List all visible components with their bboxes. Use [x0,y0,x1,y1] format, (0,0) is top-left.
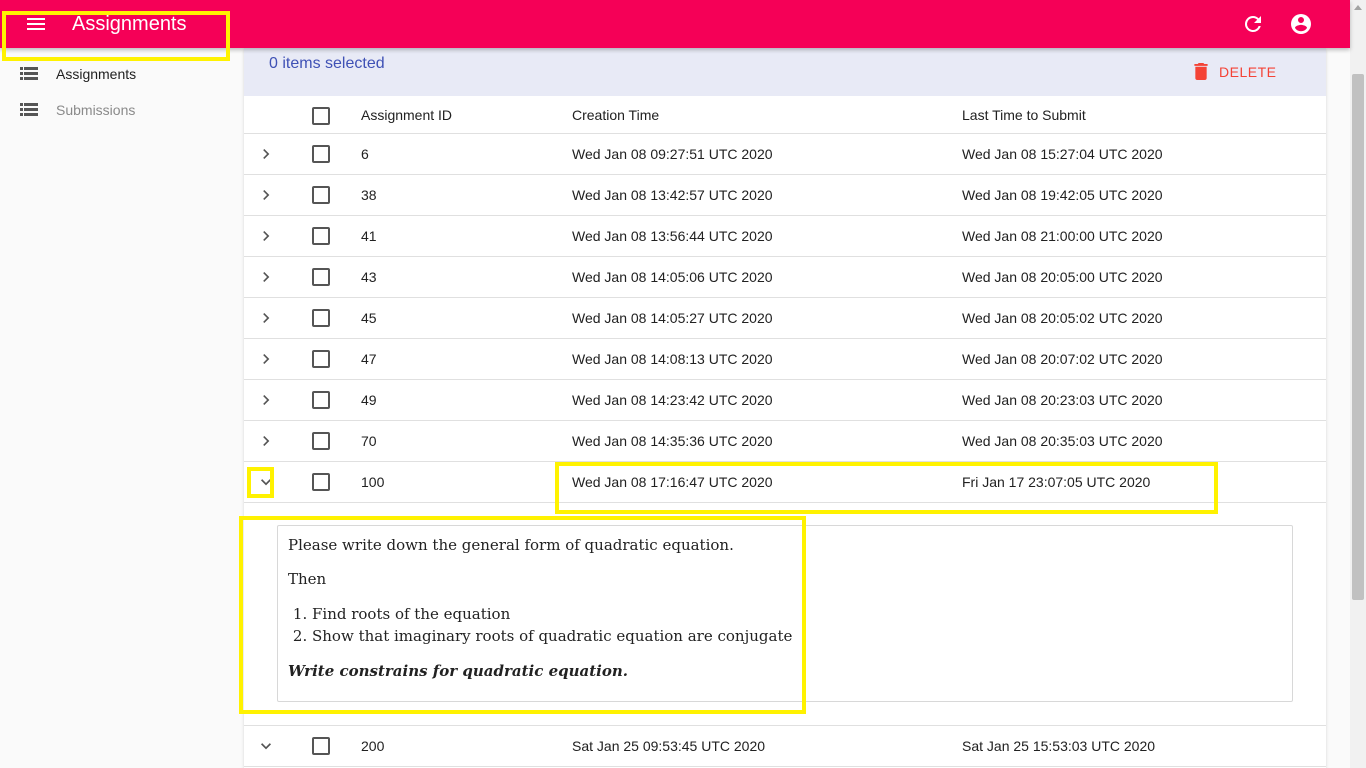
assignment-id-cell: 100 [361,474,385,490]
select-all-checkbox[interactable] [312,107,330,125]
selection-count: 0 items selected [269,55,385,72]
assignment-id-cell: 43 [361,269,377,285]
list-icon [20,65,38,83]
page-scrollbar[interactable] [1350,0,1366,768]
app-title: Assignments [72,13,187,35]
chevron-right-icon[interactable] [256,431,276,451]
expanded-detail-row: Please write down the general form of qu… [244,503,1326,726]
assignment-id-cell: 6 [361,146,369,162]
creation-time-cell: Wed Jan 08 13:42:57 UTC 2020 [572,187,773,203]
list-item: Find roots of the equation [312,603,1282,625]
list-icon [20,101,38,119]
menu-icon[interactable] [24,12,48,36]
chevron-right-icon[interactable] [256,144,276,164]
account-circle-icon[interactable] [1289,12,1313,36]
chevron-right-icon[interactable] [256,308,276,328]
sidebar-item-label: Submissions [56,102,136,118]
row-checkbox[interactable] [312,268,330,286]
last-time-cell: Wed Jan 08 20:05:00 UTC 2020 [962,269,1163,285]
last-time-cell: Wed Jan 08 19:42:05 UTC 2020 [962,187,1163,203]
column-header-id[interactable]: Assignment ID [361,107,452,123]
delete-label: DELETE [1219,64,1277,80]
last-time-cell: Sat Jan 25 15:53:03 UTC 2020 [962,738,1156,754]
creation-time-cell: Wed Jan 08 14:05:27 UTC 2020 [572,310,773,326]
trash-icon [1194,63,1208,80]
row-checkbox[interactable] [312,309,330,327]
scroll-up-icon[interactable] [1354,5,1362,10]
creation-time-cell: Sat Jan 25 09:53:45 UTC 2020 [572,738,766,754]
row-checkbox[interactable] [312,350,330,368]
chevron-right-icon[interactable] [256,349,276,369]
last-time-cell: Wed Jan 08 21:00:00 UTC 2020 [962,228,1163,244]
creation-time-cell: Wed Jan 08 09:27:51 UTC 2020 [572,146,773,162]
table-row[interactable]: 200 Sat Jan 25 09:53:45 UTC 2020 Sat Jan 2… [244,726,1326,767]
last-time-cell: Fri Jan 17 23:07:05 UTC 2020 [962,474,1151,490]
description-line: Please write down the general form of qu… [288,536,734,554]
table-row[interactable]: 47 Wed Jan 08 14:08:13 UTC 2020 Wed Jan 08… [244,339,1326,380]
sidebar-item-label: Assignments [56,66,137,82]
creation-time-cell: Wed Jan 08 14:05:06 UTC 2020 [572,269,773,285]
table-row[interactable]: 38 Wed Jan 08 13:42:57 UTC 2020 Wed Jan 08… [244,175,1326,216]
description-list: Find roots of the equation Show that ima… [312,603,1282,647]
refresh-icon[interactable] [1241,12,1265,36]
last-time-cell: Wed Jan 08 20:35:03 UTC 2020 [962,433,1163,449]
table-row[interactable]: 49 Wed Jan 08 14:23:42 UTC 2020 Wed Jan 08… [244,380,1326,421]
creation-time-cell: Wed Jan 08 14:35:36 UTC 2020 [572,433,773,449]
creation-time-cell: Wed Jan 08 14:23:42 UTC 2020 [572,392,773,408]
table-row[interactable]: 43 Wed Jan 08 14:05:06 UTC 2020 Wed Jan 08… [244,257,1326,298]
row-checkbox[interactable] [312,227,330,245]
list-item: Show that imaginary roots of quadratic e… [312,625,1282,647]
row-checkbox[interactable] [312,737,330,755]
table-row[interactable]: 100 Wed Jan 08 17:16:47 UTC 2020 Fri Jan 1… [244,462,1326,503]
selection-toolbar: 0 items selected DELETE [244,48,1326,96]
row-checkbox[interactable] [312,432,330,450]
assignment-description: Please write down the general form of qu… [277,525,1293,702]
row-checkbox[interactable] [312,145,330,163]
column-header-last-time[interactable]: Last Time to Submit [962,107,1086,123]
chevron-right-icon[interactable] [256,226,276,246]
creation-time-cell: Wed Jan 08 13:56:44 UTC 2020 [572,228,773,244]
assignment-id-cell: 38 [361,187,377,203]
last-time-cell: Wed Jan 08 15:27:04 UTC 2020 [962,146,1163,162]
table-row[interactable]: 70 Wed Jan 08 14:35:36 UTC 2020 Wed Jan 08… [244,421,1326,462]
creation-time-cell: Wed Jan 08 14:08:13 UTC 2020 [572,351,773,367]
assignment-id-cell: 45 [361,310,377,326]
assignment-id-cell: 70 [361,433,377,449]
chevron-right-icon[interactable] [256,267,276,287]
row-checkbox[interactable] [312,186,330,204]
chevron-right-icon[interactable] [256,185,276,205]
assignment-id-cell: 49 [361,392,377,408]
sidebar-item-submissions[interactable]: Submissions [0,92,240,128]
sidebar-item-assignments[interactable]: Assignments [0,56,240,92]
description-emphasis: Write constrains for quadratic equation. [288,662,628,680]
chevron-down-icon[interactable] [256,472,276,492]
row-checkbox[interactable] [312,473,330,491]
assignment-id-cell: 200 [361,738,385,754]
row-checkbox[interactable] [312,391,330,409]
scroll-thumb[interactable] [1352,74,1364,600]
last-time-cell: Wed Jan 08 20:23:03 UTC 2020 [962,392,1163,408]
chevron-right-icon[interactable] [256,390,276,410]
chevron-down-icon[interactable] [256,736,276,756]
assignments-table-panel: 0 items selected DELETE Assignment ID Cr… [244,48,1326,768]
sidebar: Assignments Submissions [0,48,244,768]
last-time-cell: Wed Jan 08 20:05:02 UTC 2020 [962,310,1163,326]
description-line: Then [288,570,327,588]
assignment-id-cell: 47 [361,351,377,367]
table-row[interactable]: 45 Wed Jan 08 14:05:27 UTC 2020 Wed Jan 08… [244,298,1326,339]
last-time-cell: Wed Jan 08 20:07:02 UTC 2020 [962,351,1163,367]
table-row[interactable]: 41 Wed Jan 08 13:56:44 UTC 2020 Wed Jan 08… [244,216,1326,257]
assignment-id-cell: 41 [361,228,377,244]
table-header: Assignment ID Creation Time Last Time to… [244,96,1326,134]
app-bar: Assignments [0,0,1350,48]
column-header-creation-time[interactable]: Creation Time [572,107,659,123]
table-row[interactable]: 6 Wed Jan 08 09:27:51 UTC 2020 Wed Jan 08 … [244,134,1326,175]
creation-time-cell: Wed Jan 08 17:16:47 UTC 2020 [572,474,773,490]
